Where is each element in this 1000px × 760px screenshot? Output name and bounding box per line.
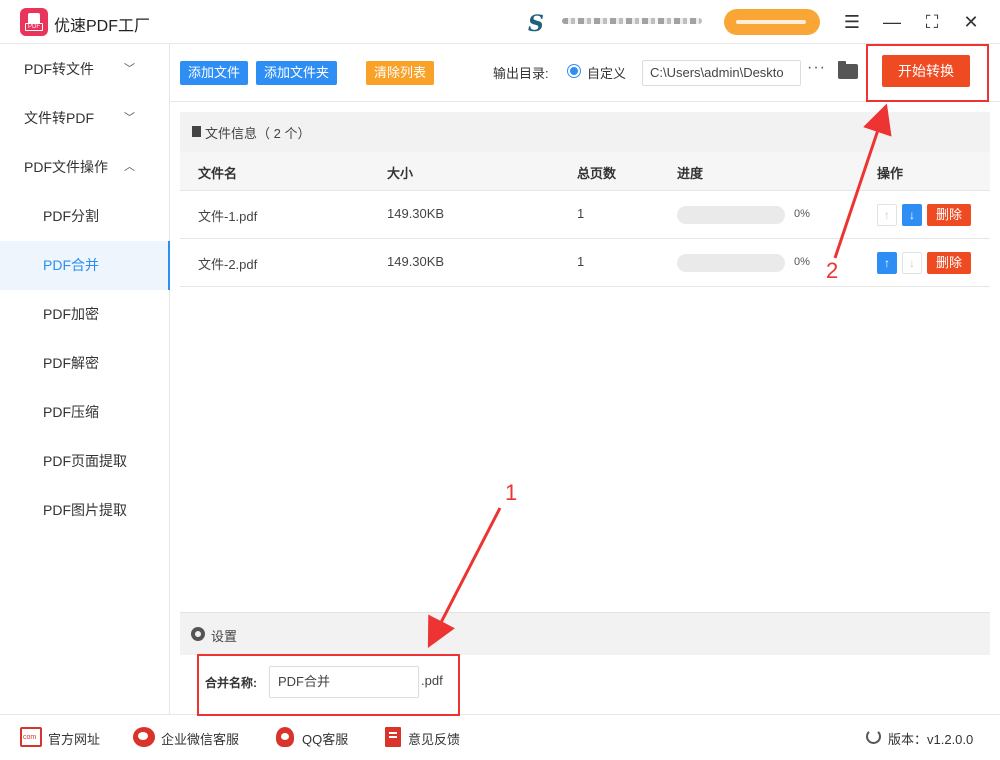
- table-row: 文件-2.pdf 149.30KB 1 0% ↑ ↓ 删除: [180, 239, 990, 287]
- sidebar-item-label: PDF合并: [43, 257, 99, 273]
- file-pages: 1: [577, 254, 585, 269]
- table-row: 文件-1.pdf 149.30KB 1 0% ↑ ↓ 删除: [180, 191, 990, 239]
- sidebar-group-label: 文件转PDF: [24, 110, 94, 126]
- chevron-up-icon: ︿: [124, 161, 135, 173]
- document-icon: [192, 126, 201, 137]
- app-title: 优速PDF工厂: [54, 18, 151, 35]
- feedback-link[interactable]: 意见反馈: [408, 729, 460, 748]
- logo-text: PDF: [25, 23, 43, 31]
- menu-icon[interactable]: ☰: [840, 10, 864, 34]
- column-actions: 操作: [877, 166, 904, 181]
- qq-service-link[interactable]: QQ客服: [302, 729, 348, 748]
- progress-percent: 0%: [794, 256, 810, 268]
- vip-button[interactable]: [724, 9, 820, 35]
- sidebar-item-label: PDF解密: [43, 355, 99, 371]
- sidebar-item-label: PDF加密: [43, 306, 99, 322]
- file-name: 文件-1.pdf: [198, 209, 258, 224]
- gear-icon: [191, 627, 205, 641]
- move-down-icon[interactable]: ↓: [902, 252, 922, 274]
- progress-bar: [677, 206, 785, 224]
- chevron-down-icon: ﹀: [124, 112, 135, 124]
- sidebar-item-pdf-page-extract[interactable]: PDF页面提取: [0, 437, 170, 486]
- annotation-box-1: [197, 654, 460, 716]
- sidebar-group-pdf-to-file[interactable]: PDF转文件 ﹀: [0, 45, 170, 94]
- sidebar-item-pdf-image-extract[interactable]: PDF图片提取: [0, 486, 170, 535]
- app-logo-icon: PDF: [20, 8, 48, 36]
- clear-list-button[interactable]: 清除列表: [366, 61, 435, 85]
- annotation-box-2: [866, 44, 989, 102]
- sidebar-item-label: PDF页面提取: [43, 453, 127, 469]
- refresh-icon[interactable]: [866, 729, 881, 744]
- minimize-icon[interactable]: —: [880, 10, 904, 34]
- annotation-number-1: 1: [505, 480, 518, 505]
- move-down-icon[interactable]: ↓: [902, 204, 922, 226]
- column-size: 大小: [387, 166, 414, 181]
- file-info-title: 文件信息（ 2 个）: [205, 126, 311, 141]
- sidebar: PDF转文件 ﹀ 文件转PDF ﹀ PDF文件操作 ︿ PDF分割 PDF合并 …: [0, 44, 170, 714]
- sidebar-group-label: PDF转文件: [24, 61, 94, 77]
- sidebar-item-label: PDF分割: [43, 208, 99, 224]
- title-bar: PDF 优速PDF工厂 S ☰ — ⛶ ✕: [0, 0, 1000, 44]
- wechat-icon: [133, 727, 155, 747]
- sync-logo-icon: S: [528, 11, 544, 37]
- file-info-header: 文件信息（ 2 个）: [180, 112, 990, 152]
- sidebar-group-pdf-operations[interactable]: PDF文件操作 ︿: [0, 143, 170, 192]
- delete-button[interactable]: 删除: [927, 204, 971, 226]
- feedback-icon: [385, 727, 401, 747]
- sidebar-item-pdf-split[interactable]: PDF分割: [0, 192, 170, 241]
- column-filename: 文件名: [198, 166, 238, 181]
- chevron-down-icon: ﹀: [124, 63, 135, 75]
- website-icon: [20, 727, 42, 747]
- version-label: 版本：v1.2.0.0: [888, 732, 974, 747]
- custom-radio[interactable]: [567, 64, 581, 78]
- sidebar-item-pdf-encrypt[interactable]: PDF加密: [0, 290, 170, 339]
- progress-percent: 0%: [794, 208, 810, 220]
- output-path-field[interactable]: C:\Users\admin\Deskto: [642, 60, 801, 86]
- file-size: 149.30KB: [387, 206, 445, 221]
- custom-radio-label[interactable]: 自定义: [587, 63, 626, 82]
- table-header: 文件名 大小 总页数 进度 操作: [180, 152, 990, 191]
- move-up-icon[interactable]: ↑: [877, 204, 897, 226]
- official-website-link[interactable]: 官方网址: [48, 729, 100, 748]
- fullscreen-icon[interactable]: ⛶: [920, 10, 944, 34]
- settings-title: 设置: [211, 629, 238, 644]
- sidebar-item-pdf-compress[interactable]: PDF压缩: [0, 388, 170, 437]
- settings-header: 设置: [180, 612, 990, 655]
- annotation-number-2: 2: [826, 258, 839, 283]
- footer: 官方网址 企业微信客服 QQ客服 意见反馈 版本：v1.2.0.0: [0, 714, 1000, 760]
- wechat-service-link[interactable]: 企业微信客服: [161, 729, 239, 748]
- blurred-banner: [562, 18, 702, 24]
- column-pages: 总页数: [577, 166, 617, 181]
- sidebar-item-pdf-merge[interactable]: PDF合并: [0, 241, 170, 290]
- file-pages: 1: [577, 206, 585, 221]
- close-icon[interactable]: ✕: [959, 10, 983, 34]
- more-dots-icon[interactable]: ···: [807, 59, 826, 77]
- sidebar-item-label: PDF图片提取: [43, 502, 127, 518]
- add-file-button[interactable]: 添加文件: [180, 61, 249, 85]
- sidebar-item-pdf-decrypt[interactable]: PDF解密: [0, 339, 170, 388]
- output-dir-label: 输出目录:: [493, 66, 549, 81]
- folder-icon[interactable]: [838, 61, 858, 79]
- add-folder-button[interactable]: 添加文件夹: [256, 61, 338, 85]
- move-up-icon[interactable]: ↑: [877, 252, 897, 274]
- file-name: 文件-2.pdf: [198, 257, 258, 272]
- progress-bar: [677, 254, 785, 272]
- column-progress: 进度: [677, 166, 704, 181]
- file-size: 149.30KB: [387, 254, 445, 269]
- sidebar-group-label: PDF文件操作: [24, 159, 108, 175]
- sidebar-group-file-to-pdf[interactable]: 文件转PDF ﹀: [0, 94, 170, 143]
- delete-button[interactable]: 删除: [927, 252, 971, 274]
- sidebar-item-label: PDF压缩: [43, 404, 99, 420]
- qq-icon: [276, 727, 294, 747]
